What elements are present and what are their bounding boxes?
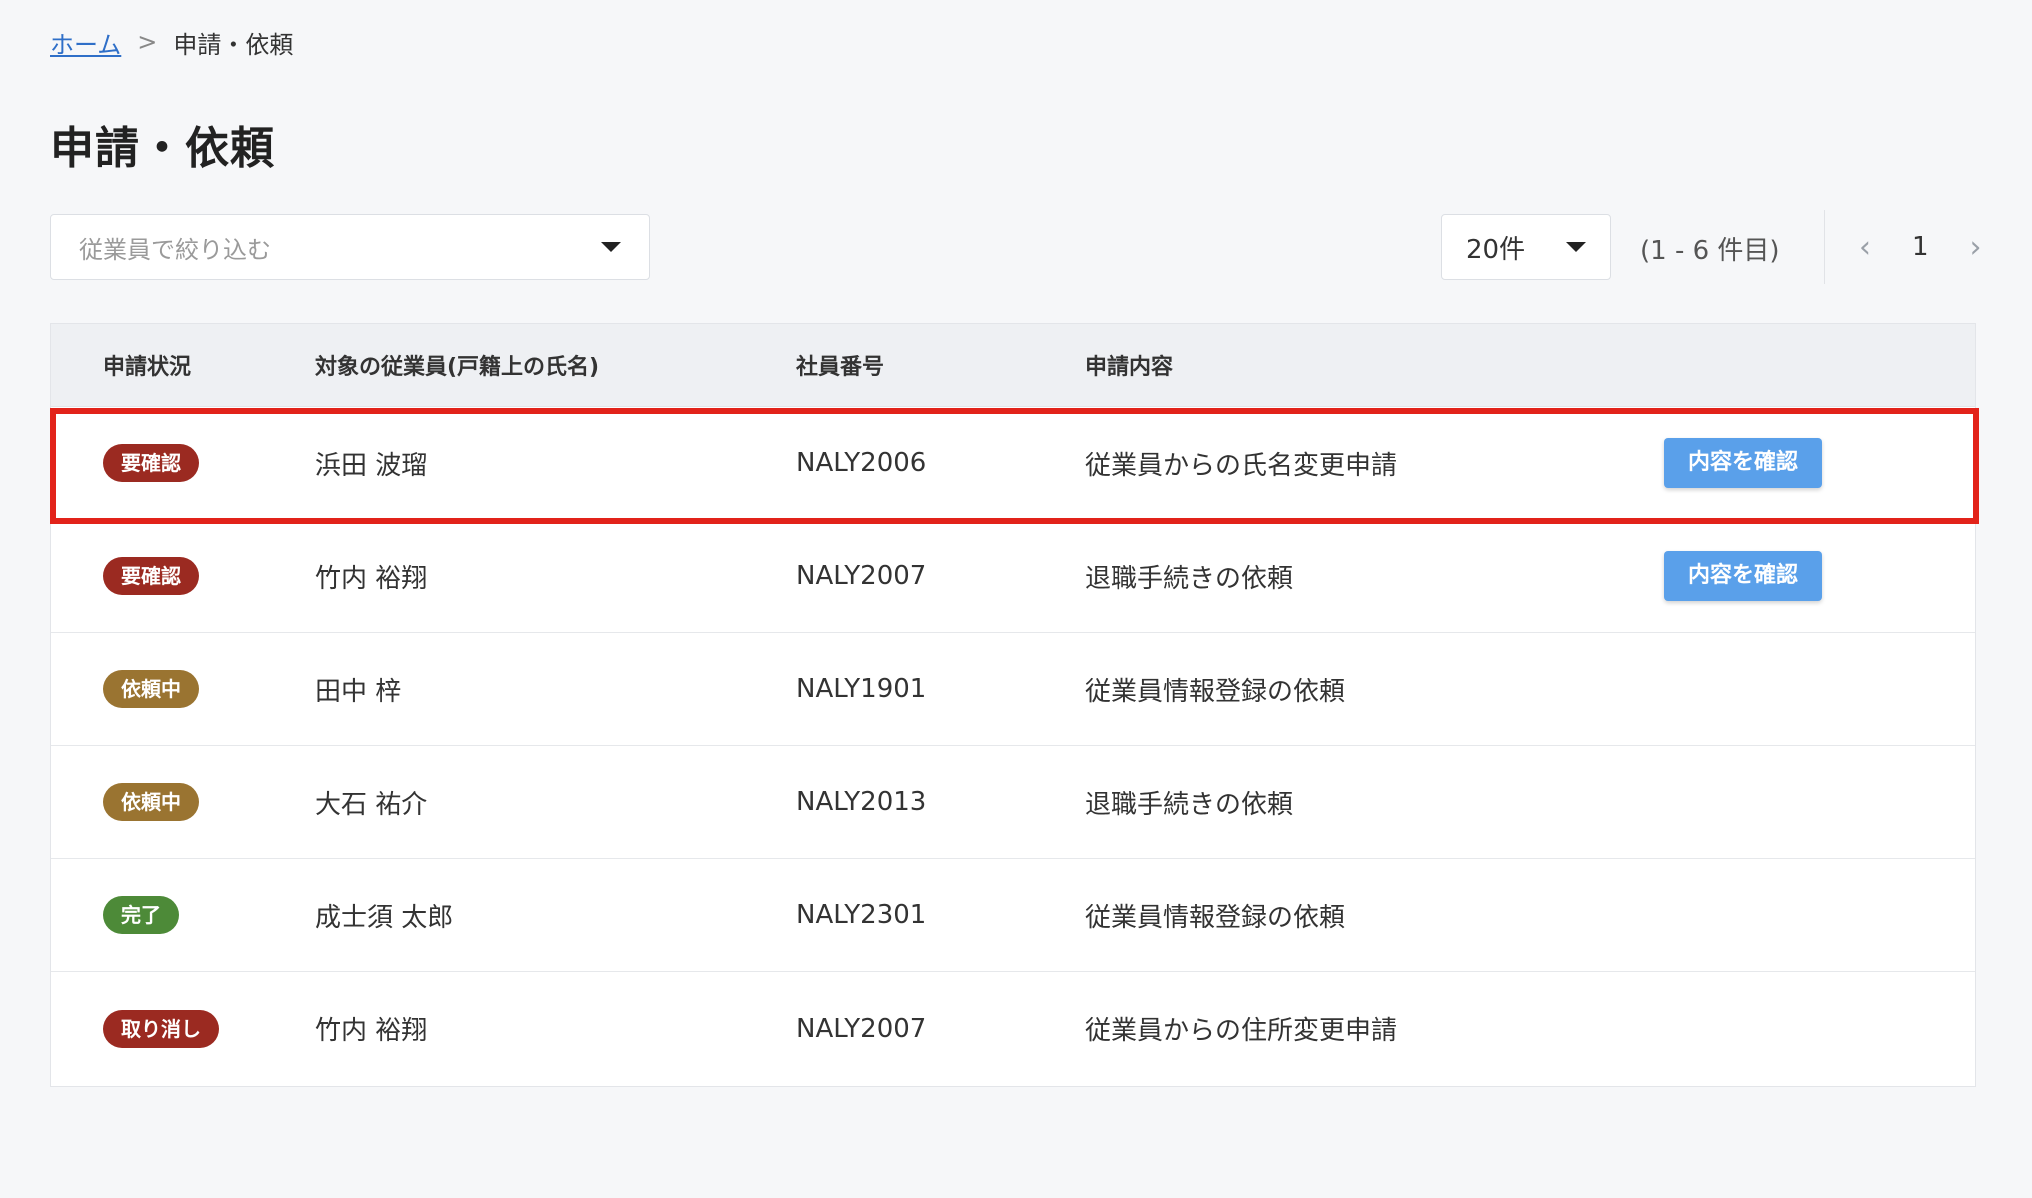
status-badge: 要確認: [103, 557, 199, 595]
page-title: 申請・依頼: [50, 123, 275, 174]
employee-filter-placeholder: 従業員で絞り込む: [79, 235, 271, 264]
status-badge: 依頼中: [103, 783, 199, 821]
breadcrumb: ホーム > 申請・依頼: [50, 22, 293, 62]
caret-down-icon: [601, 242, 621, 252]
status-badge: 要確認: [103, 444, 199, 482]
table-header: 申請状況 対象の従業員(戸籍上の氏名) 社員番号 申請内容: [51, 324, 1975, 407]
employee-number: NALY2006: [796, 448, 927, 478]
chevron-left-icon[interactable]: ‹: [1850, 230, 1880, 265]
employee-name: 竹内 裕翔: [315, 563, 428, 594]
status-badge: 完了: [103, 896, 179, 934]
pager-divider: [1824, 210, 1825, 284]
breadcrumb-separator-icon: >: [137, 28, 158, 56]
page-size-value: 20件: [1466, 234, 1526, 265]
current-page-number[interactable]: 1: [1912, 232, 1929, 262]
header-employee-number: 社員番号: [796, 355, 885, 380]
action-cell: 内容を確認: [1664, 438, 1975, 488]
status-cell: 取り消し: [51, 1009, 315, 1048]
status-cell: 要確認: [51, 557, 315, 595]
result-range: (1 - 6 件目): [1640, 236, 1780, 266]
header-status: 申請状況: [103, 355, 192, 380]
breadcrumb-current: 申請・依頼: [173, 30, 294, 59]
request-content: 退職手続きの依頼: [1085, 789, 1294, 820]
employee-number: NALY2007: [796, 1013, 927, 1044]
header-request-content: 申請内容: [1085, 355, 1174, 380]
table-row[interactable]: 依頼中 大石 祐介 NALY2013 退職手続きの依頼: [51, 746, 1975, 859]
status-badge: 取り消し: [103, 1009, 219, 1048]
table-row[interactable]: 要確認 竹内 裕翔 NALY2007 退職手続きの依頼 内容を確認: [51, 520, 1975, 633]
pager: ‹ 1 ›: [1850, 224, 1991, 270]
action-cell: 内容を確認: [1664, 551, 1975, 601]
request-table: 申請状況 対象の従業員(戸籍上の氏名) 社員番号 申請内容 要確認 浜田 波瑠 …: [50, 323, 1976, 1087]
view-details-button[interactable]: 内容を確認: [1664, 551, 1822, 601]
status-cell: 依頼中: [51, 783, 315, 821]
request-content: 従業員からの氏名変更申請: [1085, 450, 1398, 481]
employee-name: 田中 梓: [315, 676, 402, 707]
request-content: 従業員情報登録の依頼: [1085, 676, 1346, 707]
status-cell: 完了: [51, 896, 315, 934]
request-content: 退職手続きの依頼: [1085, 563, 1294, 594]
employee-number: NALY2301: [796, 900, 927, 930]
table-row[interactable]: 依頼中 田中 梓 NALY1901 従業員情報登録の依頼: [51, 633, 1975, 746]
breadcrumb-home-link[interactable]: ホーム: [50, 25, 121, 60]
table-row[interactable]: 完了 成士須 太郎 NALY2301 従業員情報登録の依頼: [51, 859, 1975, 972]
chevron-right-icon[interactable]: ›: [1961, 230, 1991, 265]
employee-name: 大石 祐介: [315, 789, 428, 820]
employee-number: NALY1901: [796, 674, 927, 704]
view-details-button[interactable]: 内容を確認: [1664, 438, 1822, 488]
employee-filter-dropdown[interactable]: 従業員で絞り込む: [50, 214, 650, 280]
page-size-select[interactable]: 20件: [1441, 214, 1611, 280]
table-row[interactable]: 取り消し 竹内 裕翔 NALY2007 従業員からの住所変更申請: [51, 972, 1975, 1085]
employee-name: 竹内 裕翔: [315, 1016, 428, 1046]
table-row[interactable]: 要確認 浜田 波瑠 NALY2006 従業員からの氏名変更申請 内容を確認: [51, 407, 1975, 520]
employee-number: NALY2007: [796, 561, 927, 591]
status-badge: 依頼中: [103, 670, 199, 708]
request-content: 従業員からの住所変更申請: [1085, 1016, 1398, 1046]
employee-name: 浜田 波瑠: [315, 450, 428, 481]
status-cell: 要確認: [51, 444, 315, 482]
request-content: 従業員情報登録の依頼: [1085, 902, 1346, 933]
status-cell: 依頼中: [51, 670, 315, 708]
caret-down-icon: [1566, 242, 1586, 252]
page: ホーム > 申請・依頼 申請・依頼 従業員で絞り込む 20件 (1 - 6 件目…: [0, 0, 2032, 1198]
employee-name: 成士須 太郎: [315, 902, 454, 933]
employee-number: NALY2013: [796, 787, 927, 817]
header-employee-name: 対象の従業員(戸籍上の氏名): [315, 355, 600, 380]
